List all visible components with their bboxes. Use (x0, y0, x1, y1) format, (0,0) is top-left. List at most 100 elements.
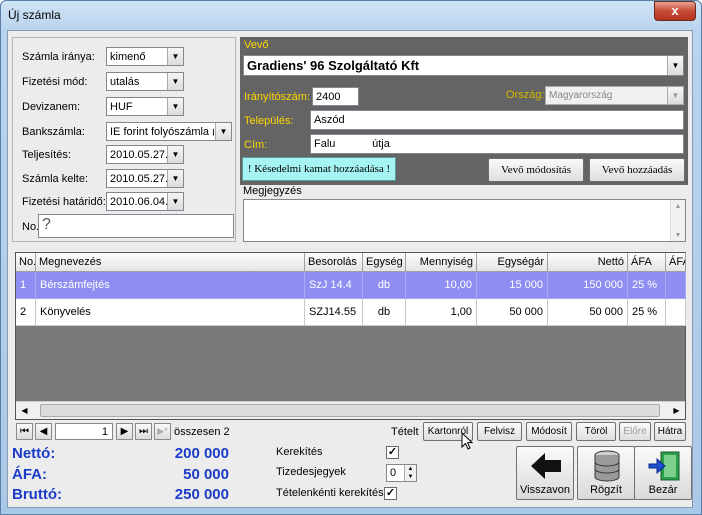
currency-select[interactable]: HUF ▼ (106, 97, 184, 116)
spinner-arrows-icon[interactable]: ▲ ▼ (404, 465, 416, 481)
items-table: No. Megnevezés Besorolás Egység Mennyisé… (15, 252, 686, 420)
col-header-price[interactable]: Egységár (477, 253, 548, 272)
chevron-down-icon[interactable]: ▼ (215, 123, 231, 140)
last-record-button[interactable]: ⏭ (135, 423, 152, 440)
buyer-section-label: Vevő (244, 39, 269, 51)
chevron-down-icon[interactable]: ▼ (167, 170, 183, 187)
late-fee-button[interactable]: ! Késedelmi kamat hozzáadása ! (242, 157, 396, 181)
col-header-net[interactable]: Nettó (548, 253, 628, 272)
scroll-right-icon[interactable]: ▶ (670, 404, 683, 417)
payment-select[interactable]: utalás ▼ (106, 72, 184, 91)
col-header-class[interactable]: Besorolás (305, 253, 363, 272)
next-record-button[interactable]: ▶ (116, 423, 133, 440)
close-window-label: Bezár (648, 484, 678, 496)
chevron-down-icon[interactable]: ▼ (167, 193, 183, 210)
bank-select[interactable]: IE forint folyószámla (▼ (106, 122, 232, 141)
cell-class: SZJ14.55 (305, 299, 363, 326)
address-label: Cím: (244, 139, 268, 151)
zip-field[interactable]: 2400 (312, 87, 359, 106)
buyer-select[interactable]: Gradiens' 96 Szolgáltató Kft ▼ (243, 55, 684, 76)
chevron-down-icon[interactable]: ▼ (167, 73, 183, 90)
bank-value: IE forint folyószámla ( (110, 126, 214, 138)
col-header-qty[interactable]: Mennyiség (406, 253, 477, 272)
chevron-down-icon[interactable]: ▼ (667, 56, 683, 75)
record-total: összesen 2 (174, 426, 230, 438)
fulfil-label: Teljesítés: (22, 149, 71, 161)
exit-door-icon (648, 451, 680, 481)
item-round-checkbox[interactable]: ✓ (384, 487, 397, 500)
gross-label: Bruttó: (12, 486, 62, 503)
undo-label: Visszavon (520, 484, 570, 496)
due-value: 2010.06.04. (110, 196, 169, 208)
table-row[interactable]: 2 Könyvelés SZJ14.55 db 1,00 50 000 50 0… (16, 299, 686, 326)
decimals-spinner[interactable]: 0 ▲ ▼ (386, 464, 417, 482)
delete-item-button[interactable]: Töröl (576, 422, 616, 441)
backward-button[interactable]: Hátra (654, 422, 686, 441)
mouse-cursor-icon (461, 432, 474, 450)
cell-net: 150 000 (548, 272, 628, 299)
col-header-no[interactable]: No. (16, 253, 36, 272)
invoice-number-field[interactable]: ? (38, 214, 234, 238)
close-button[interactable]: x (654, 1, 696, 21)
issue-value: 2010.05.27. (110, 173, 169, 185)
cell-unit: db (363, 272, 406, 299)
vat-total: 50 000 (183, 466, 229, 483)
horizontal-scrollbar[interactable]: ◀ ▶ (16, 401, 685, 419)
database-icon (594, 450, 620, 482)
cell-vat: 25 % (628, 272, 666, 299)
scroll-up-icon[interactable]: ▲ (671, 203, 685, 211)
note-field[interactable] (243, 199, 686, 242)
cell-qty: 10,00 (406, 272, 477, 299)
buyer-add-button[interactable]: Vevő hozzáadás (589, 158, 685, 182)
address-field[interactable]: Falu útja (310, 134, 684, 154)
cell-class: SzJ 14.4 (305, 272, 363, 299)
forward-button[interactable]: Előre (619, 422, 651, 441)
save-button[interactable]: Rögzít (577, 446, 635, 500)
net-label: Nettó: (12, 445, 56, 462)
first-record-button[interactable]: ⏮ (16, 423, 33, 440)
city-field[interactable]: Aszód (310, 110, 684, 130)
net-total: 200 000 (174, 445, 229, 462)
chevron-down-icon[interactable]: ▼ (167, 48, 183, 65)
chevron-down-icon[interactable]: ▼ (667, 87, 683, 104)
cell-name: Bérszámfejtés (36, 272, 305, 299)
item-round-label: Tételenkénti kerekítés (276, 487, 384, 499)
prev-record-button[interactable]: ◀ (35, 423, 52, 440)
round-label: Kerekítés (276, 446, 323, 458)
col-header-vat[interactable]: ÁFA (628, 253, 666, 272)
scroll-left-icon[interactable]: ◀ (18, 404, 31, 417)
save-label: Rögzít (590, 484, 622, 496)
direction-select[interactable]: kimenő ▼ (106, 47, 184, 66)
col-header-vat-2[interactable]: ÁFA (666, 253, 686, 272)
fulfil-date[interactable]: 2010.05.27. ▼ (106, 145, 184, 164)
chevron-down-icon[interactable]: ▼ (167, 146, 183, 163)
no-label: No. (22, 221, 40, 233)
cell-name: Könyvelés (36, 299, 305, 326)
add-item-button[interactable]: Felvisz (477, 422, 522, 441)
modify-item-button[interactable]: Módosít (526, 422, 572, 441)
cell-vat: 25 % (628, 299, 666, 326)
scrollbar-thumb[interactable] (40, 404, 660, 417)
new-record-button[interactable]: ▶* (154, 423, 171, 440)
cell-net: 50 000 (548, 299, 628, 326)
country-select[interactable]: Magyarország ▼ (545, 86, 684, 105)
col-header-unit[interactable]: Egység (363, 253, 406, 272)
due-date[interactable]: 2010.06.04. ▼ (106, 192, 184, 211)
close-window-button[interactable]: Bezár (634, 446, 692, 500)
col-header-name[interactable]: Megnevezés (36, 253, 305, 272)
chevron-down-icon[interactable]: ▼ (167, 98, 183, 115)
round-checkbox[interactable]: ✓ (386, 446, 399, 459)
zip-value: 2400 (316, 91, 341, 103)
cell-no: 1 (16, 272, 36, 299)
issue-date[interactable]: 2010.05.27. ▼ (106, 169, 184, 188)
direction-label: Számla iránya: (22, 51, 95, 63)
table-row[interactable]: 1 Bérszámfejtés SzJ 14.4 db 10,00 15 000… (16, 272, 686, 299)
buyer-modify-button[interactable]: Vevő módosítás (488, 158, 584, 182)
record-number-field[interactable]: 1 (55, 423, 113, 440)
scroll-down-icon[interactable]: ▼ (671, 232, 685, 240)
invoice-number-value: ? (42, 216, 51, 233)
note-scrollbar[interactable]: ▲ ▼ (670, 200, 685, 241)
undo-button[interactable]: Visszavon (516, 446, 574, 500)
cell-no: 2 (16, 299, 36, 326)
city-value: Aszód (314, 114, 345, 126)
